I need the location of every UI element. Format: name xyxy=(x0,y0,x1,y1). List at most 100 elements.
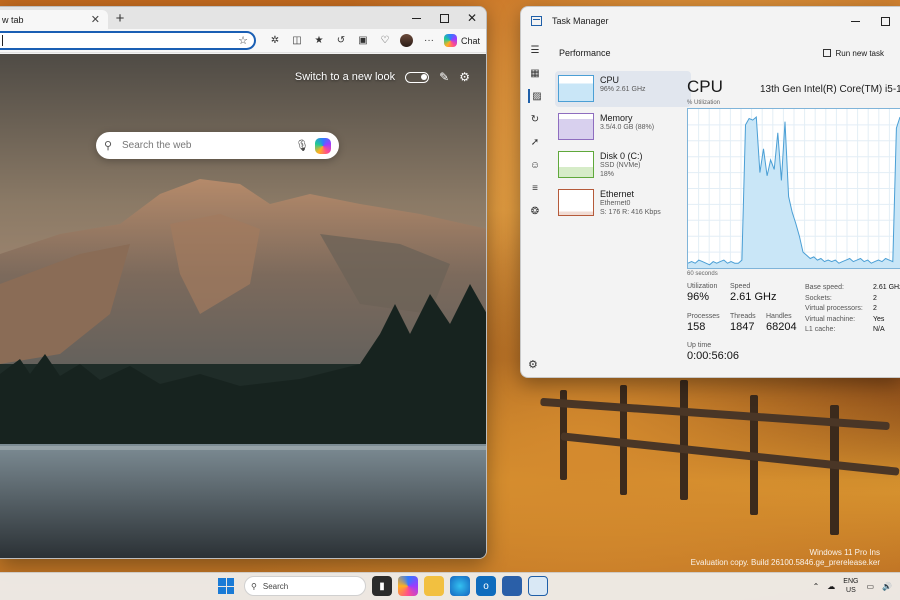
resource-name: Ethernet xyxy=(600,189,635,199)
run-new-task-button[interactable]: Run new task xyxy=(822,48,884,58)
app-history-icon[interactable]: ↻ xyxy=(528,112,542,126)
onedrive-icon[interactable]: ☁ xyxy=(827,582,835,591)
resource-sub-2: 18% xyxy=(600,171,615,178)
favorites-icon[interactable]: ★ xyxy=(308,31,330,51)
taskbar-search-icon: ⚲ xyxy=(251,581,257,591)
run-new-task-label: Run new task xyxy=(835,48,884,58)
tray-chevron-icon[interactable]: ⌃ xyxy=(813,582,820,591)
minimize-button[interactable] xyxy=(402,7,430,29)
browser-essentials-icon[interactable]: ♡ xyxy=(374,31,396,51)
run-task-icon xyxy=(822,49,831,57)
page-settings-gear-icon[interactable]: ⚙ xyxy=(459,70,470,84)
tm-maximize-button[interactable] xyxy=(870,16,900,26)
section-title: Performance xyxy=(559,48,611,58)
profile-avatar[interactable] xyxy=(396,31,418,51)
copilot-chat-button[interactable]: Chat xyxy=(443,34,480,47)
taskbar-search-placeholder: Search xyxy=(262,581,289,591)
uptime-value: 0:00:56:06 xyxy=(687,350,739,362)
hero-controls: Switch to a new look ✎ ⚙ xyxy=(295,70,470,84)
watermark-line-1: Windows 11 Pro Ins xyxy=(809,548,880,557)
copilot-icon xyxy=(443,34,457,47)
copilot-taskbar-icon[interactable] xyxy=(398,576,418,596)
desktop-fence-decoration xyxy=(500,380,900,560)
taskbar-search-box[interactable]: ⚲ Search xyxy=(244,576,366,596)
details-icon[interactable]: ≡ xyxy=(528,181,542,195)
watermark-line-2: Evaluation copy. Build 26100.5846.ge_pre… xyxy=(690,558,880,567)
network-icon[interactable]: ▭ xyxy=(866,582,874,591)
search-icon: ⚲ xyxy=(104,140,113,152)
tab-label: w tab xyxy=(2,14,24,25)
utilization-axis-label: % Utilization xyxy=(687,100,721,106)
lang-top: ENG xyxy=(843,578,859,585)
file-explorer-icon[interactable] xyxy=(424,576,444,596)
edit-pencil-icon[interactable]: ✎ xyxy=(439,70,449,84)
graph-time-span: 60 seconds xyxy=(687,271,718,277)
task-manager-titlebar: Task Manager xyxy=(521,7,900,35)
detail-key: L1 cache: xyxy=(805,326,836,333)
mountain-background-image xyxy=(0,54,486,558)
browser-tab[interactable]: w tab ✕ xyxy=(0,10,108,29)
memory-mini-graph xyxy=(558,113,594,140)
favorite-star-icon[interactable]: ☆ xyxy=(238,34,248,47)
utilization-label: Utilization xyxy=(687,283,718,290)
cpu-mini-graph xyxy=(558,75,594,102)
extensions-icon[interactable]: ✲ xyxy=(264,31,286,51)
handles-value: 68204 xyxy=(766,321,797,333)
new-tab-button[interactable]: + xyxy=(108,7,132,29)
maximize-button[interactable] xyxy=(430,7,458,29)
history-icon[interactable]: ↺ xyxy=(330,31,352,51)
desktop-watermark: Windows 11 Pro Ins Evaluation copy. Buil… xyxy=(691,548,880,568)
tab-close-icon[interactable]: ✕ xyxy=(91,13,100,26)
tm-minimize-button[interactable] xyxy=(840,17,870,26)
cpu-utilization-graph xyxy=(687,108,900,269)
address-bar[interactable]: ☆ xyxy=(0,31,256,50)
resource-item-disk[interactable]: Disk 0 (C:) SSD (NVMe) 18% xyxy=(555,147,691,183)
screenshot-icon[interactable]: ▣ xyxy=(352,31,374,51)
detail-value: N/A xyxy=(873,326,885,333)
switch-new-look-label: Switch to a new look xyxy=(294,71,396,83)
processes-label: Processes xyxy=(687,313,720,320)
performance-icon[interactable]: ▨ xyxy=(528,89,542,103)
language-indicator[interactable]: ENG US xyxy=(843,577,858,595)
resource-item-cpu[interactable]: CPU 96% 2.61 GHz xyxy=(555,71,691,107)
copilot-search-icon[interactable] xyxy=(315,137,331,154)
task-manager-nav: ☰ ▦ ▨ ↻ ➚ ☺ ≡ ❂ ⚙ xyxy=(521,35,549,377)
cpu-stats: Utilization 96% Speed 2.61 GHz Processes… xyxy=(687,283,900,377)
more-menu-icon[interactable]: ··· xyxy=(418,31,440,51)
outlook-icon[interactable]: o xyxy=(476,576,496,596)
split-screen-icon[interactable]: ◫ xyxy=(286,31,308,51)
web-search-input[interactable] xyxy=(122,140,290,151)
detail-value: Yes xyxy=(873,315,885,323)
new-look-toggle[interactable] xyxy=(405,71,430,83)
start-button[interactable] xyxy=(218,578,234,594)
new-tab-page: Switch to a new look ✎ ⚙ ⚲ 🎙 xyxy=(0,54,486,558)
tm-settings-gear-icon[interactable]: ⚙ xyxy=(528,358,538,371)
close-button[interactable]: ✕ xyxy=(458,7,486,29)
volume-icon[interactable]: 🔊 xyxy=(882,582,892,591)
resource-item-ethernet[interactable]: Ethernet Ethernet0 S: 176 R: 416 Kbps xyxy=(555,185,691,221)
text-caret xyxy=(2,35,3,46)
cpu-details-table: Base speed: 2.61 GHz Sockets: 2 Virtual pr… xyxy=(805,283,900,336)
lang-bottom: US xyxy=(846,587,856,594)
edge-taskbar-icon[interactable] xyxy=(450,576,470,596)
cpu-detail-panel: CPU 13th Gen Intel(R) Core(TM) i5-13420 … xyxy=(687,77,900,377)
detail-row: Sockets: 2 xyxy=(805,294,900,305)
services-icon[interactable]: ❂ xyxy=(528,204,542,218)
processes-icon[interactable]: ▦ xyxy=(528,66,542,80)
store-icon[interactable] xyxy=(502,576,522,596)
users-icon[interactable]: ☺ xyxy=(528,158,542,172)
task-manager-title: Task Manager xyxy=(552,16,609,26)
performance-header: Performance Run new task xyxy=(549,43,900,63)
processes-value: 158 xyxy=(687,321,706,333)
startup-apps-icon[interactable]: ➚ xyxy=(528,135,542,149)
resource-item-memory[interactable]: Memory 3.5/4.0 GB (88%) xyxy=(555,109,691,145)
uptime-label: Up time xyxy=(687,342,712,349)
hamburger-menu-icon[interactable]: ☰ xyxy=(528,43,542,57)
task-manager-taskbar-icon[interactable] xyxy=(528,576,548,596)
task-view-icon[interactable]: ▮ xyxy=(372,576,392,596)
detail-value: 2 xyxy=(873,305,877,312)
microphone-icon[interactable]: 🎙 xyxy=(295,139,309,152)
resource-sub: SSD (NVMe) xyxy=(600,162,641,169)
detail-key: Base speed: xyxy=(805,284,844,291)
detail-key: Virtual processors: xyxy=(805,305,863,312)
